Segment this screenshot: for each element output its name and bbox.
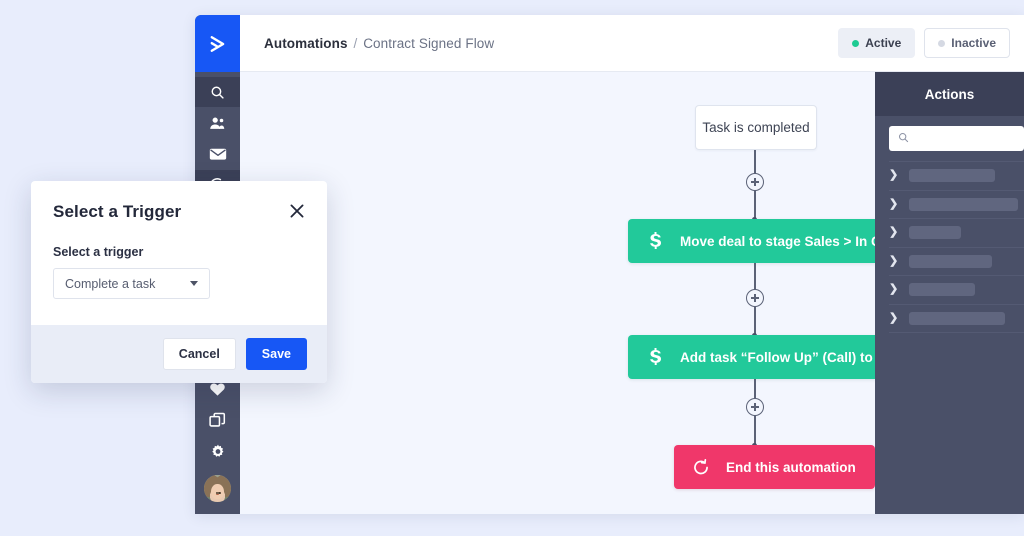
status-inactive-label: Inactive xyxy=(951,36,996,50)
dollar-icon xyxy=(646,232,664,250)
add-step-button-1[interactable] xyxy=(746,173,764,191)
list-item[interactable]: ❯ xyxy=(889,161,1024,190)
modal-body: Select a Trigger Select a trigger Comple… xyxy=(31,181,327,325)
sidebar-item-pages[interactable] xyxy=(209,412,226,434)
sidebar-item-deals[interactable] xyxy=(209,382,226,402)
action-placeholder xyxy=(909,312,1005,325)
avatar-face xyxy=(211,484,223,499)
select-trigger-modal: Select a Trigger Select a trigger Comple… xyxy=(31,181,327,383)
list-item[interactable]: ❯ xyxy=(889,190,1024,219)
modal-footer: Cancel Save xyxy=(31,325,327,383)
flow-end-label: End this automation xyxy=(726,460,856,475)
chevron-right-icon: ❯ xyxy=(889,227,898,238)
trigger-select-value: Complete a task xyxy=(65,277,155,291)
sidebar-item-search[interactable] xyxy=(195,77,240,107)
status-inactive-button[interactable]: Inactive xyxy=(924,28,1010,58)
actions-list: ❯ ❯ ❯ ❯ ❯ xyxy=(875,161,1024,333)
status-active-button[interactable]: Active xyxy=(838,28,915,58)
status-inactive-dot-icon xyxy=(938,40,945,47)
contacts-icon xyxy=(209,116,226,131)
flow-trigger-label: Task is completed xyxy=(702,120,809,135)
avatar-smile xyxy=(216,494,218,495)
close-button[interactable] xyxy=(289,203,305,223)
chevron-right-icon: ❯ xyxy=(889,170,898,181)
add-step-button-2[interactable] xyxy=(746,289,764,307)
close-icon xyxy=(289,206,305,223)
heart-icon xyxy=(209,384,226,401)
save-button[interactable]: Save xyxy=(246,338,307,370)
chevron-right-icon: ❯ xyxy=(889,256,898,267)
cancel-button[interactable]: Cancel xyxy=(163,338,236,370)
activecampaign-chevron-logo-icon xyxy=(207,33,229,55)
app-logo[interactable] xyxy=(195,15,240,72)
top-bar: Automations / Contract Signed Flow Activ… xyxy=(240,15,1024,72)
action-placeholder xyxy=(909,283,975,296)
status-active-label: Active xyxy=(865,36,901,50)
chevron-right-icon: ❯ xyxy=(889,284,898,295)
list-item[interactable]: ❯ xyxy=(889,275,1024,304)
select-trigger-label: Select a trigger xyxy=(53,245,305,259)
add-step-button-3[interactable] xyxy=(746,398,764,416)
breadcrumb-separator: / xyxy=(353,36,357,51)
actions-panel: Actions ❯ xyxy=(875,72,1024,514)
breadcrumb-current: Contract Signed Flow xyxy=(363,36,494,51)
action-placeholder xyxy=(909,198,1018,211)
modal-header: Select a Trigger xyxy=(53,202,305,223)
chevron-down-icon xyxy=(190,281,198,286)
flow-action-node-move-deal[interactable]: Move deal to stage Sales > In Contact xyxy=(628,219,887,263)
modal-title: Select a Trigger xyxy=(53,202,181,222)
copy-icon xyxy=(209,416,226,433)
trigger-select[interactable]: Complete a task xyxy=(53,268,210,299)
avatar-eye-right xyxy=(218,492,221,495)
action-placeholder xyxy=(909,169,995,182)
search-icon xyxy=(210,85,225,100)
sidebar-item-campaigns[interactable] xyxy=(195,139,240,169)
flow-end-node[interactable]: End this automation xyxy=(674,445,875,489)
automation-canvas[interactable]: Task is completed Move deal to stage Sal… xyxy=(240,72,1024,514)
screenshot-root: Automations / Contract Signed Flow Activ… xyxy=(0,0,1024,536)
flow-trigger-node[interactable]: Task is completed xyxy=(695,105,817,150)
actions-search-input[interactable] xyxy=(909,133,1015,145)
actions-panel-title: Actions xyxy=(875,72,1024,116)
restart-icon xyxy=(692,458,710,477)
action-placeholder xyxy=(909,226,961,239)
actions-search-wrap xyxy=(875,116,1024,161)
sidebar-bottom-nav xyxy=(204,382,231,514)
sidebar-item-contacts[interactable] xyxy=(195,108,240,138)
sidebar-item-settings[interactable] xyxy=(210,444,226,465)
status-toggle: Active Inactive xyxy=(838,28,1010,58)
breadcrumb: Automations / Contract Signed Flow xyxy=(264,36,494,51)
flow-action-node-add-task[interactable]: Add task “Follow Up” (Call) to a deal xyxy=(628,335,883,379)
chevron-right-icon: ❯ xyxy=(889,199,898,210)
avatar[interactable] xyxy=(204,475,231,502)
chevron-right-icon: ❯ xyxy=(889,313,898,324)
list-item[interactable]: ❯ xyxy=(889,218,1024,247)
search-icon xyxy=(898,130,909,148)
status-active-dot-icon xyxy=(852,40,859,47)
envelope-icon xyxy=(209,147,227,161)
action-placeholder xyxy=(909,255,992,268)
gear-icon xyxy=(210,447,226,464)
list-item[interactable]: ❯ xyxy=(889,247,1024,276)
list-item[interactable]: ❯ xyxy=(889,304,1024,334)
dollar-icon xyxy=(646,348,664,366)
actions-search-field[interactable] xyxy=(889,126,1024,151)
breadcrumb-automations[interactable]: Automations xyxy=(264,36,348,51)
